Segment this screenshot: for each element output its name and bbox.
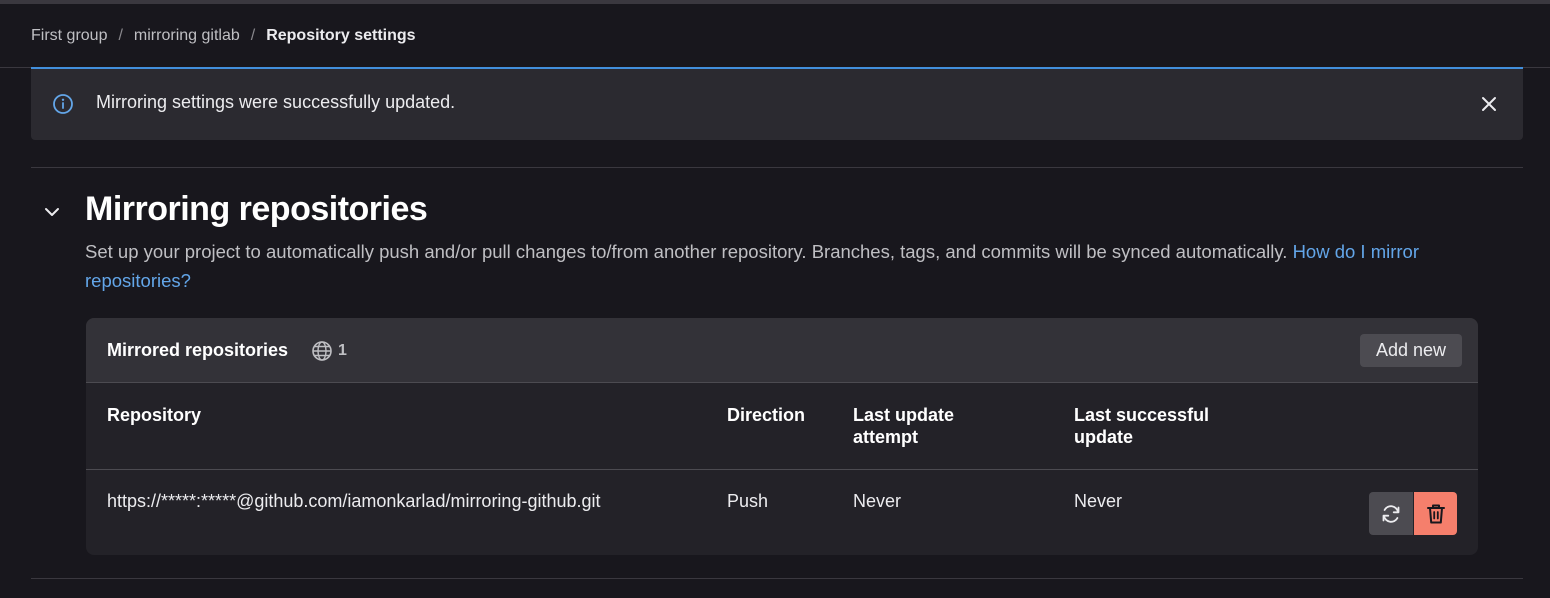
section-description: Set up your project to automatically pus… — [85, 237, 1505, 295]
globe-icon — [312, 341, 332, 361]
card-title: Mirrored repositories — [107, 340, 289, 360]
breadcrumb-item-current[interactable]: Repository settings — [266, 27, 415, 45]
mirror-count: 1 — [338, 342, 347, 359]
column-header-direction: Direction — [727, 405, 806, 425]
breadcrumb-item-project[interactable]: mirroring gitlab — [134, 27, 240, 45]
breadcrumb-item-group[interactable]: First group — [31, 27, 107, 45]
sync-icon — [1382, 504, 1400, 523]
chevron-down-icon[interactable] — [41, 201, 63, 223]
add-new-button[interactable]: Add new — [1360, 334, 1462, 367]
breadcrumb-separator: / — [118, 26, 123, 44]
breadcrumb: First group / mirroring gitlab / Reposit… — [0, 4, 1550, 68]
success-alert: Mirroring settings were successfully upd… — [31, 69, 1523, 140]
update-now-button[interactable] — [1369, 492, 1413, 535]
close-icon[interactable] — [1479, 94, 1499, 114]
delete-mirror-button[interactable] — [1414, 492, 1457, 535]
alert-message: Mirroring settings were successfully upd… — [96, 92, 456, 112]
last-attempt-value: Never — [853, 491, 902, 511]
row-divider — [86, 469, 1478, 470]
column-header-repository: Repository — [107, 405, 202, 425]
direction-value: Push — [727, 491, 769, 511]
column-header-last-attempt: Last update attempt — [853, 405, 955, 447]
last-success-value: Never — [1074, 491, 1123, 511]
card-header: Mirrored repositories 1 Add new — [86, 318, 1478, 383]
trash-icon — [1426, 504, 1445, 523]
section-description-text: Set up your project to automatically pus… — [85, 241, 1288, 262]
column-header-last-success: Last successful update — [1074, 405, 1210, 447]
mirrored-repositories-card: Mirrored repositories 1 Add new Reposito… — [86, 318, 1478, 555]
breadcrumb-separator: / — [250, 26, 256, 44]
section-divider-bottom — [31, 578, 1523, 579]
info-icon — [53, 94, 73, 114]
section-divider — [31, 167, 1523, 168]
repository-url: https://*****:*****@github.com/iamonkarl… — [107, 491, 601, 511]
section-title: Mirroring repositories — [85, 190, 428, 228]
